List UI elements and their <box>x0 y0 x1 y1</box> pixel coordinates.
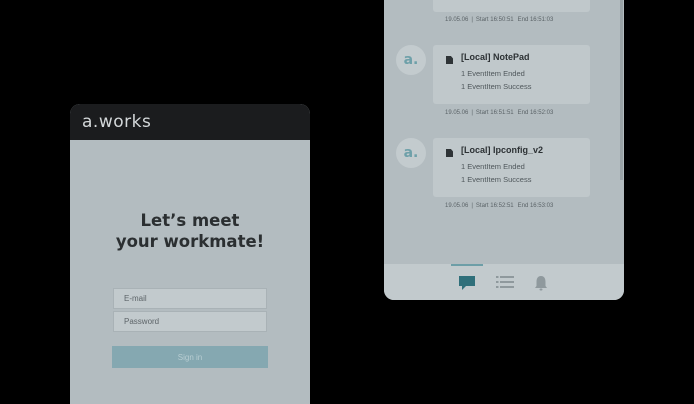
event-date: 19.05.06 <box>445 17 469 23</box>
scrollbar[interactable] <box>620 0 623 180</box>
event-status-ended: 1 EventItem Ended <box>461 69 525 78</box>
sign-in-button[interactable]: Sign in <box>112 346 268 368</box>
event-status-success: 1 EventItem Success <box>461 175 532 184</box>
event-end: End 16:51:03 <box>517 17 554 23</box>
event-status-ended: 1 EventItem Ended <box>461 162 525 171</box>
activity-screen: 19.05.06 | Start 16:50:51 End 16:51:03 a. [… <box>384 0 624 300</box>
welcome-headline: Let’s meet your workmate! <box>70 210 310 252</box>
email-field[interactable] <box>113 288 267 309</box>
list-icon[interactable] <box>496 275 514 294</box>
headline-line-1: Let’s meet <box>140 211 240 230</box>
brand-logo: a.works <box>82 112 152 132</box>
file-icon <box>446 149 453 157</box>
event-title: [Local] Ipconfig_v2 <box>461 145 544 155</box>
event-end: End 16:53:03 <box>517 203 554 209</box>
event-status-success: 1 EventItem Success <box>461 82 532 91</box>
event-start: Start 16:52:51 <box>475 203 514 209</box>
avatar: a. <box>396 138 426 168</box>
event-start: Start 16:51:51 <box>475 110 514 116</box>
event-meta: 19.05.06 | Start 16:52:51 End 16:53:03 <box>445 203 554 209</box>
bottom-nav <box>384 264 624 300</box>
avatar: a. <box>396 45 426 75</box>
event-title: [Local] NotePad <box>461 52 530 62</box>
login-screen: a.works Let’s meet your workmate! Sign i… <box>70 104 310 404</box>
event-date: 19.05.06 <box>445 203 469 209</box>
bell-icon[interactable] <box>534 275 548 296</box>
file-icon <box>446 56 453 64</box>
event-meta: 19.05.06 | Start 16:51:51 End 16:52:03 <box>445 110 554 116</box>
active-tab-indicator <box>451 264 483 266</box>
event-start: Start 16:50:51 <box>475 17 514 23</box>
headline-line-2: your workmate! <box>115 232 265 251</box>
event-card[interactable]: [Local] Ipconfig_v2 1 EventItem Ended 1 … <box>433 138 590 197</box>
app-header: a.works <box>70 104 310 140</box>
event-card-partial[interactable] <box>433 0 590 12</box>
chat-icon[interactable] <box>458 275 476 296</box>
password-field[interactable] <box>113 311 267 332</box>
event-end: End 16:52:03 <box>517 110 554 116</box>
event-card[interactable]: [Local] NotePad 1 EventItem Ended 1 Even… <box>433 45 590 104</box>
event-meta: 19.05.06 | Start 16:50:51 End 16:51:03 <box>445 17 554 23</box>
event-date: 19.05.06 <box>445 110 469 116</box>
